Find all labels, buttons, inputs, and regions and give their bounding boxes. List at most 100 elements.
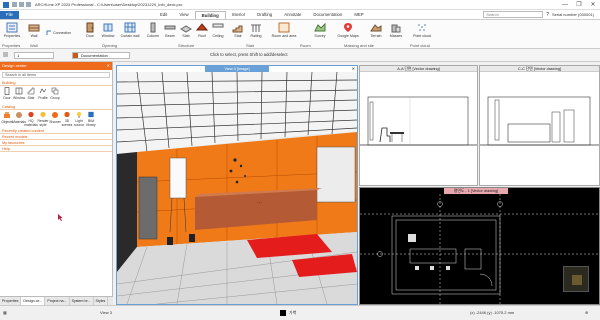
help-icon[interactable]: ? [546, 12, 549, 18]
tab-project-navigator[interactable]: Project na... [45, 297, 70, 305]
active-layer[interactable]: 가벽 [289, 310, 296, 316]
room-and-area-button[interactable]: Room and area [268, 22, 300, 42]
design-center-search[interactable]: Search in all items [2, 72, 110, 78]
point-cloud-button[interactable]: Point cloud [410, 22, 434, 42]
window-button[interactable]: Window [98, 22, 118, 42]
door [138, 176, 158, 240]
catalog-item-3d-scenes[interactable]: 3D scenes [61, 111, 73, 127]
masses-button[interactable]: Masses [386, 22, 406, 42]
color-swatch [280, 310, 286, 316]
tab-styles[interactable]: Styles [94, 297, 109, 305]
catalog-item-shower[interactable]: Shower [49, 111, 61, 127]
connection-icon [46, 30, 51, 35]
room-icon [278, 22, 290, 33]
maximize-button[interactable]: ❐ [572, 0, 586, 10]
stair-button[interactable]: Stair [228, 22, 248, 42]
group-icon [51, 87, 59, 95]
documentation-icon [73, 53, 78, 58]
design-center-header: Design center ✕ [0, 62, 112, 70]
beam-label: Beam [165, 34, 175, 38]
floor-plan-view[interactable]: 평면도 - 1 [Vector drawing] [359, 187, 600, 305]
undo-icon[interactable] [19, 2, 24, 7]
section-help[interactable]: Help [0, 146, 112, 152]
tab-documentation[interactable]: Documentation [307, 11, 348, 19]
survey-button[interactable]: Survey [310, 22, 330, 42]
properties-label: Properties [3, 34, 21, 38]
building-item-label: Profile [38, 96, 48, 100]
tab-view[interactable]: View [173, 11, 194, 19]
tab-drafting[interactable]: Drafting [251, 11, 278, 19]
building-item-profile[interactable]: Profile [37, 87, 49, 103]
pin-icon[interactable] [3, 52, 8, 57]
wall-button[interactable]: Wall [24, 22, 44, 42]
view-indicator[interactable]: View 3 [100, 310, 112, 315]
catalog-item-light-source[interactable]: Light source [73, 111, 85, 127]
building-item-window[interactable]: Window [13, 87, 25, 103]
tab-annotate[interactable]: Annotate [278, 11, 307, 19]
tab-file[interactable]: File [0, 11, 19, 19]
save-icon[interactable] [12, 2, 17, 7]
style-select[interactable]: Documentation [72, 52, 130, 59]
tab-interior[interactable]: Interior [226, 11, 251, 19]
catalog-item-objects[interactable]: Objects [1, 111, 13, 127]
tab-building[interactable]: Building [194, 11, 226, 19]
window-label: Window [101, 34, 115, 38]
group-massing: Massing and site [344, 43, 375, 48]
point-cloud-icon [418, 24, 426, 31]
property-toolbar: 1 Documentation Click to select, press S… [0, 49, 600, 62]
search-input[interactable]: Search [483, 11, 544, 18]
slab-icon [180, 25, 192, 33]
building-items: Door Window Stair Profile Group [0, 86, 112, 104]
group-opening: Opening [102, 43, 118, 48]
layout-icon[interactable]: ▦ [3, 310, 7, 315]
status-bar: ▦ View 3 가벽 (x) -2446 (y) -1075.2 mm ⊕ [0, 305, 600, 320]
shower-icon [52, 112, 58, 118]
google-maps-label: Google Maps [337, 34, 359, 38]
menu-bar: File Edit View Building Interior Draftin… [0, 10, 600, 19]
catalog-item-hq-materials[interactable]: HQ materials [24, 111, 38, 127]
map-icon [344, 23, 352, 32]
building-item-door[interactable]: Door [1, 87, 13, 103]
navigation-cube[interactable] [563, 266, 589, 292]
google-maps-button[interactable]: Google Maps [336, 22, 360, 42]
view-3d[interactable]: View 3 [Image] ✕ ··· [116, 65, 358, 305]
materials-icon [16, 112, 22, 118]
terrain-button[interactable]: Terrain [366, 22, 386, 42]
close-button[interactable]: ✕ [586, 0, 600, 10]
catalog-item-bim-library[interactable]: BIM library [85, 111, 97, 127]
section-view-a[interactable]: A-A 단면 [Vector drawing] [359, 65, 478, 186]
curtain-wall-label: Curtain wall [120, 34, 140, 38]
connection-button[interactable]: Connection [46, 23, 76, 43]
panel-close-icon[interactable]: ✕ [107, 62, 112, 70]
chair [167, 237, 173, 245]
profile-icon [39, 88, 47, 94]
minimize-button[interactable]: — [558, 0, 572, 10]
stair-icon [27, 87, 35, 95]
tab-properties[interactable]: Properties [0, 297, 22, 305]
chair [189, 234, 195, 242]
curtain-wall-button[interactable]: Curtain wall [118, 22, 142, 42]
redo-icon[interactable] [26, 2, 31, 7]
catalog-item-render-style[interactable]: Render style [37, 111, 49, 127]
catalog-item-label: Shower [49, 120, 61, 124]
view-close-icon[interactable]: ✕ [352, 66, 355, 71]
section-view-c[interactable]: C-C 단면 [Vector drawing] [479, 65, 600, 186]
properties-button[interactable]: Properties [2, 22, 22, 42]
tab-design-center[interactable]: Design ce... [21, 297, 46, 305]
building-item-stair[interactable]: Stair [25, 87, 37, 103]
tab-system-browser[interactable]: System br... [70, 297, 94, 305]
tab-edit[interactable]: Edit [154, 11, 173, 19]
tab-mep[interactable]: MEP [348, 11, 369, 19]
building-item-group[interactable]: Group [49, 87, 61, 103]
column-icon [150, 22, 156, 33]
ceiling-label: Ceiling [212, 34, 224, 38]
ceiling-button[interactable]: Ceiling [208, 22, 228, 42]
flip-chart [169, 157, 187, 199]
catalog-item-label: BIM library [86, 119, 96, 127]
railing-button[interactable]: Railing [246, 22, 266, 42]
door-button[interactable]: Door [80, 22, 100, 42]
layer-select[interactable]: 1 [14, 52, 54, 59]
group-structure: Structure [178, 43, 195, 48]
terrain-label: Terrain [370, 34, 382, 38]
zoom-icon[interactable]: ⊕ [585, 310, 588, 315]
